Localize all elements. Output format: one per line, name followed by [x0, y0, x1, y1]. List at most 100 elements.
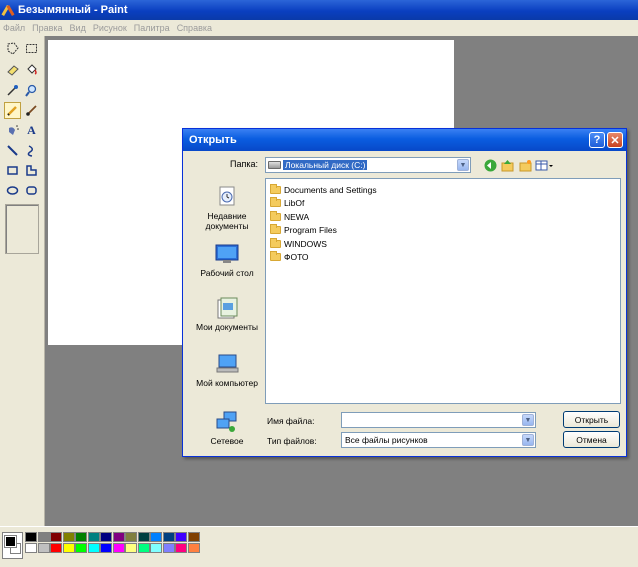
color-swatch[interactable]	[137, 543, 150, 553]
place-desktop[interactable]: Рабочий стол	[191, 243, 263, 278]
pencil-icon[interactable]	[4, 102, 21, 119]
rect-select-icon[interactable]	[23, 40, 40, 57]
list-item[interactable]: LibOf	[270, 197, 616, 211]
airbrush-icon[interactable]	[4, 122, 21, 139]
chevron-down-icon[interactable]: ▼	[522, 434, 534, 446]
window-title-bar[interactable]: Безымянный - Paint	[0, 0, 638, 20]
place-recent-documents[interactable]: Недавние документы	[191, 186, 263, 231]
color-swatch[interactable]	[100, 532, 112, 542]
tool-options-box[interactable]	[5, 204, 39, 254]
close-icon[interactable]: ✕	[607, 132, 623, 148]
menu-bar: Файл Правка Вид Рисунок Палитра Справка	[0, 20, 638, 36]
menu-edit[interactable]: Правка	[32, 23, 62, 33]
color-swatch[interactable]	[150, 543, 162, 553]
window-title: Безымянный - Paint	[18, 4, 128, 16]
color-swatch[interactable]	[75, 543, 87, 553]
open-button[interactable]: Открыть	[563, 411, 620, 428]
folder-icon	[270, 197, 281, 208]
my-documents-icon	[214, 297, 240, 319]
menu-image[interactable]: Рисунок	[93, 23, 127, 33]
brush-icon[interactable]	[23, 102, 40, 119]
file-name-field[interactable]: ▼	[341, 412, 536, 428]
list-item[interactable]: NEWA	[270, 210, 616, 224]
file-type-value: Все файлы рисунков	[345, 435, 428, 445]
color-swatch[interactable]	[150, 532, 162, 542]
place-my-documents[interactable]: Мои документы	[191, 297, 263, 332]
color-swatch[interactable]	[187, 543, 200, 553]
chevron-down-icon[interactable]: ▼	[522, 414, 534, 426]
line-icon[interactable]	[4, 142, 21, 159]
file-list[interactable]: Documents and Settings LibOf NEWA Progra…	[265, 178, 621, 404]
color-swatch[interactable]	[37, 532, 50, 542]
menu-view[interactable]: Вид	[70, 23, 86, 33]
color-picker-icon[interactable]	[4, 82, 21, 99]
curve-icon[interactable]	[23, 142, 40, 159]
recent-documents-icon	[214, 186, 240, 208]
color-swatch[interactable]	[87, 543, 100, 553]
look-in-combo[interactable]: Локальный диск (C:) ▼	[265, 157, 471, 173]
folder-icon	[270, 183, 281, 194]
dialog-title-bar[interactable]: Открыть ? ✕	[183, 129, 626, 151]
help-button[interactable]: ?	[589, 132, 605, 148]
menu-help[interactable]: Справка	[177, 23, 212, 33]
view-menu-icon[interactable]	[535, 158, 555, 172]
menu-file[interactable]: Файл	[3, 23, 25, 33]
current-colors[interactable]	[2, 532, 23, 559]
list-item[interactable]: Program Files	[270, 224, 616, 238]
color-swatch[interactable]	[87, 532, 100, 542]
folder-icon	[270, 251, 281, 262]
file-type-label: Тип файлов:	[267, 436, 317, 446]
color-swatch[interactable]	[175, 543, 187, 553]
new-folder-icon[interactable]	[518, 158, 532, 172]
desktop-icon	[214, 243, 240, 265]
text-icon[interactable]: A	[23, 122, 40, 139]
color-swatch[interactable]	[50, 532, 62, 542]
rectangle-icon[interactable]	[4, 162, 21, 179]
color-swatch[interactable]	[62, 532, 75, 542]
place-network[interactable]: Сетевое	[191, 411, 263, 446]
fill-icon[interactable]	[23, 61, 40, 78]
color-swatch[interactable]	[175, 532, 187, 542]
color-swatch[interactable]	[62, 543, 75, 553]
open-dialog: Открыть ? ✕ Папка: Локальный диск (C:) ▼…	[182, 128, 627, 457]
folder-icon	[270, 224, 281, 235]
color-swatch[interactable]	[162, 543, 175, 553]
file-type-select[interactable]: Все файлы рисунков ▼	[341, 432, 536, 448]
folder-icon	[270, 237, 281, 248]
color-swatch[interactable]	[25, 543, 37, 553]
ellipse-icon[interactable]	[4, 182, 21, 199]
dialog-title: Открыть	[189, 134, 237, 146]
polygon-icon[interactable]	[23, 162, 40, 179]
rounded-rect-icon[interactable]	[23, 182, 40, 199]
cancel-button[interactable]: Отмена	[563, 431, 620, 448]
magnifier-icon[interactable]	[23, 82, 40, 99]
color-swatch[interactable]	[162, 532, 175, 542]
free-select-icon[interactable]	[4, 40, 21, 57]
color-swatch[interactable]	[125, 543, 137, 553]
color-swatch[interactable]	[50, 543, 62, 553]
color-swatch[interactable]	[125, 532, 137, 542]
back-icon[interactable]	[483, 158, 497, 172]
color-swatch[interactable]	[137, 532, 150, 542]
look-in-label: Папка:	[230, 159, 258, 169]
color-palette	[0, 526, 638, 567]
list-item[interactable]: Documents and Settings	[270, 183, 616, 197]
up-folder-icon[interactable]	[500, 158, 514, 172]
place-my-computer[interactable]: Мой компьютер	[191, 353, 263, 388]
color-swatch[interactable]	[75, 532, 87, 542]
places-bar: Недавние документы Рабочий стол Мои доку…	[191, 178, 263, 450]
color-swatch[interactable]	[187, 532, 200, 542]
menu-colors[interactable]: Палитра	[134, 23, 170, 33]
network-icon	[214, 411, 240, 433]
list-item[interactable]: ФОТО	[270, 251, 616, 265]
eraser-icon[interactable]	[4, 61, 21, 78]
list-item[interactable]: WINDOWS	[270, 237, 616, 251]
color-swatch[interactable]	[112, 543, 125, 553]
color-swatch[interactable]	[37, 543, 50, 553]
look-in-value: Локальный диск (C:)	[283, 160, 368, 170]
hard-drive-icon	[268, 161, 281, 169]
chevron-down-icon[interactable]: ▼	[457, 159, 469, 171]
color-swatch[interactable]	[112, 532, 125, 542]
color-swatch[interactable]	[100, 543, 112, 553]
color-swatch[interactable]	[25, 532, 37, 542]
